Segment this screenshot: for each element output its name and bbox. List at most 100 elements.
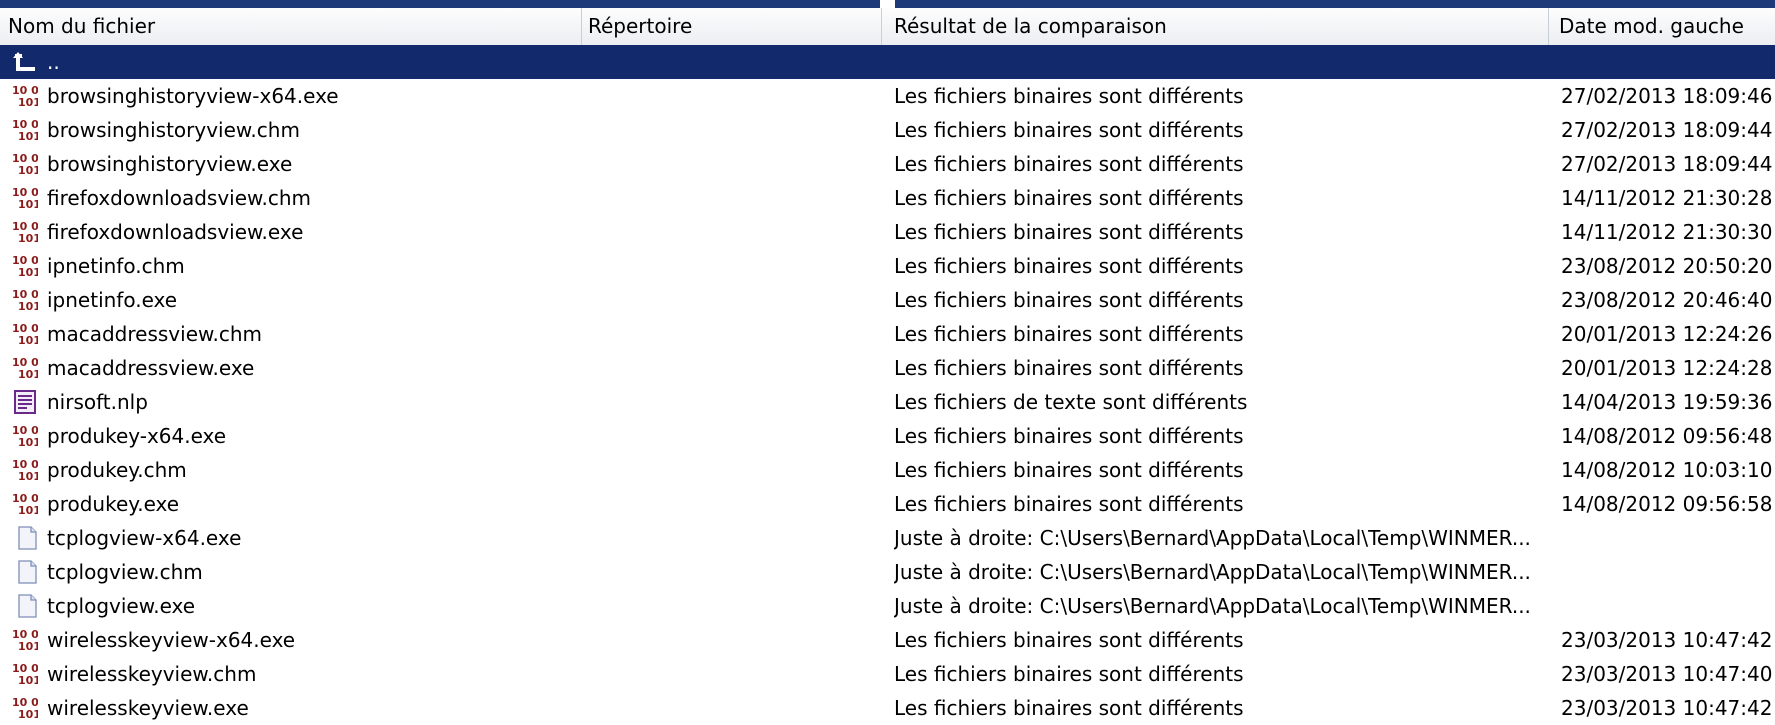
left-date-cell (1561, 555, 1775, 589)
filename-cell: 10 0 101 produkey.chm (12, 453, 572, 487)
filename-cell: 10 0 101 produkey-x64.exe (12, 419, 572, 453)
left-date-cell: 23/08/2012 20:50:20 (1561, 254, 1773, 278)
comparison-result-cell: Les fichiers binaires sont différents (894, 356, 1244, 380)
left-date-cell: 23/03/2013 10:47:42 (1561, 628, 1773, 652)
filename-cell: 10 0 101 wirelesskeyview-x64.exe (12, 623, 572, 657)
filename-text: tcplogview.chm (47, 560, 203, 584)
left-date-cell: 14/08/2012 10:03:10 (1561, 458, 1773, 482)
svg-text:101: 101 (18, 470, 38, 482)
filename-cell: nirsoft.nlp (12, 385, 572, 419)
binary-file-icon: 10 0101 (12, 288, 38, 312)
filename-text: ipnetinfo.chm (47, 254, 185, 278)
filename-cell: tcplogview.chm (12, 555, 572, 589)
filename-cell: 10 0 101 ipnetinfo.chm (12, 249, 572, 283)
filename-text: browsinghistoryview.exe (47, 152, 293, 176)
table-row[interactable]: 10 0 101 browsinghistoryview.exe Les fichie… (0, 147, 1775, 181)
comparison-result-cell: Les fichiers binaires sont différents (894, 84, 1244, 108)
table-row[interactable]: 10 0 101 produkey-x64.exe Les fichiers bina… (0, 419, 1775, 453)
binary-file-icon: 10 0101 (12, 696, 38, 720)
table-row[interactable]: 10 0 101 wirelesskeyview.exe Les fichiers b… (0, 691, 1775, 725)
svg-text:101: 101 (18, 232, 38, 244)
comparison-result-cell: Juste à droite: C:\Users\Bernard\AppData… (894, 526, 1531, 550)
column-header-result[interactable]: Résultat de la comparaison (882, 8, 1549, 45)
table-row[interactable]: 10 0 101 firefoxdownloadsview.chm Les fichi… (0, 181, 1775, 215)
table-row[interactable]: 10 0 101 wirelesskeyview.chm Les fichiers b… (0, 657, 1775, 691)
binary-file-icon: 10 0101 (12, 662, 38, 686)
filename-cell: 10 0 101 browsinghistoryview.exe (12, 147, 572, 181)
table-row[interactable]: tcplogview.chm Juste à droite: C:\Users\B… (0, 555, 1775, 589)
text-file-icon (14, 390, 36, 414)
table-row[interactable]: 10 0 101 macaddressview.chm Les fichiers bi… (0, 317, 1775, 351)
left-date-cell: 14/11/2012 21:30:30 (1561, 220, 1773, 244)
table-row[interactable]: 10 0 101 browsinghistoryview.chm Les fichie… (0, 113, 1775, 147)
left-date-cell: 27/02/2013 18:09:46 (1561, 84, 1773, 108)
left-date-cell: 27/02/2013 18:09:44 (1561, 152, 1773, 176)
binary-file-icon: 10 0101 (12, 424, 38, 448)
binary-file-icon: 10 0101 (12, 84, 38, 108)
filename-text: macaddressview.exe (47, 356, 255, 380)
comparison-result-cell: Les fichiers binaires sont différents (894, 492, 1244, 516)
svg-text:101: 101 (18, 198, 38, 210)
filename-text: nirsoft.nlp (47, 390, 148, 414)
binary-file-icon: 10 0101 (12, 322, 38, 346)
filename-cell: 10 0 101 browsinghistoryview-x64.exe (12, 79, 572, 113)
left-date-cell: 20/01/2013 12:24:26 (1561, 322, 1773, 346)
filename-cell: 10 0 101 wirelesskeyview.chm (12, 657, 572, 691)
filename-cell: tcplogview.exe (12, 589, 572, 623)
table-row[interactable]: 10 0 101 macaddressview.exe Les fichiers bi… (0, 351, 1775, 385)
left-date-cell: 14/11/2012 21:30:28 (1561, 186, 1773, 210)
comparison-result-cell: Les fichiers binaires sont différents (894, 424, 1244, 448)
table-row[interactable]: 10 0 101 produkey.exe Les fichiers binaires… (0, 487, 1775, 521)
svg-text:101: 101 (18, 300, 38, 312)
comparison-result-cell: Les fichiers binaires sont différents (894, 628, 1244, 652)
table-row[interactable]: tcplogview-x64.exe Juste à droite: C:\Use… (0, 521, 1775, 555)
left-date-cell: 23/03/2013 10:47:42 (1561, 696, 1773, 720)
binary-file-icon: 10 0101 (12, 628, 38, 652)
table-row[interactable]: nirsoft.nlp Les fichiers de texte sont di… (0, 385, 1775, 419)
left-date-cell: 20/01/2013 12:24:28 (1561, 356, 1773, 380)
filename-text: tcplogview-x64.exe (47, 526, 242, 550)
filename-text: wirelesskeyview.chm (47, 662, 257, 686)
left-date-cell (1561, 521, 1775, 555)
table-row[interactable]: 10 0 101 browsinghistoryview-x64.exe Les fi… (0, 79, 1775, 113)
binary-file-icon: 10 0101 (12, 118, 38, 142)
svg-text:101: 101 (18, 164, 38, 176)
right-only-file-icon (18, 526, 37, 550)
filename-cell: 10 0 101 macaddressview.exe (12, 351, 572, 385)
filename-text: browsinghistoryview.chm (47, 118, 300, 142)
comparison-result-cell: Les fichiers binaires sont différents (894, 118, 1244, 142)
table-row[interactable]: 10 0 101 ipnetinfo.chm Les fichiers binaire… (0, 249, 1775, 283)
comparison-result-cell: Les fichiers binaires sont différents (894, 152, 1244, 176)
filename-cell: 10 0 101 macaddressview.chm (12, 317, 572, 351)
filename-text: wirelesskeyview-x64.exe (47, 628, 296, 652)
binary-file-icon: 10 0101 (12, 220, 38, 244)
comparison-result-cell: Juste à droite: C:\Users\Bernard\AppData… (894, 594, 1531, 618)
parent-folder-row[interactable]: .. (0, 45, 1775, 79)
svg-text:101: 101 (18, 368, 38, 380)
parent-folder-arrow-icon (13, 52, 35, 71)
table-row[interactable]: tcplogview.exe Juste à droite: C:\Users\B… (0, 589, 1775, 623)
comparison-result-cell: Les fichiers binaires sont différents (894, 254, 1244, 278)
left-date-cell: 14/08/2012 09:56:58 (1561, 492, 1773, 516)
filename-cell: 10 0 101 browsinghistoryview.chm (12, 113, 572, 147)
filename-text: firefoxdownloadsview.exe (47, 220, 304, 244)
left-date-cell (1561, 589, 1775, 623)
table-row[interactable]: 10 0 101 produkey.chm Les fichiers binaires… (0, 453, 1775, 487)
binary-file-icon: 10 0101 (12, 356, 38, 380)
right-only-file-icon (18, 594, 37, 618)
comparison-result-cell: Les fichiers binaires sont différents (894, 186, 1244, 210)
window-top-strip (0, 0, 1775, 8)
binary-file-icon: 10 0101 (12, 152, 38, 176)
filename-cell: 10 0 101 produkey.exe (12, 487, 572, 521)
table-row[interactable]: 10 0 101 ipnetinfo.exe Les fichiers binaire… (0, 283, 1775, 317)
binary-file-icon: 10 0101 (12, 458, 38, 482)
filename-cell: tcplogview-x64.exe (12, 521, 572, 555)
table-row[interactable]: 10 0 101 firefoxdownloadsview.exe Les fichi… (0, 215, 1775, 249)
column-header-filename[interactable]: Nom du fichier (0, 8, 582, 45)
column-header-directory[interactable]: Répertoire (582, 8, 882, 45)
filename-cell: 10 0 101 firefoxdownloadsview.chm (12, 181, 572, 215)
table-row[interactable]: 10 0 101 wirelesskeyview-x64.exe Les fichie… (0, 623, 1775, 657)
comparison-result-cell: Les fichiers binaires sont différents (894, 322, 1244, 346)
column-header-left-date[interactable]: Date mod. gauche (1549, 8, 1775, 45)
svg-text:101: 101 (18, 266, 38, 278)
